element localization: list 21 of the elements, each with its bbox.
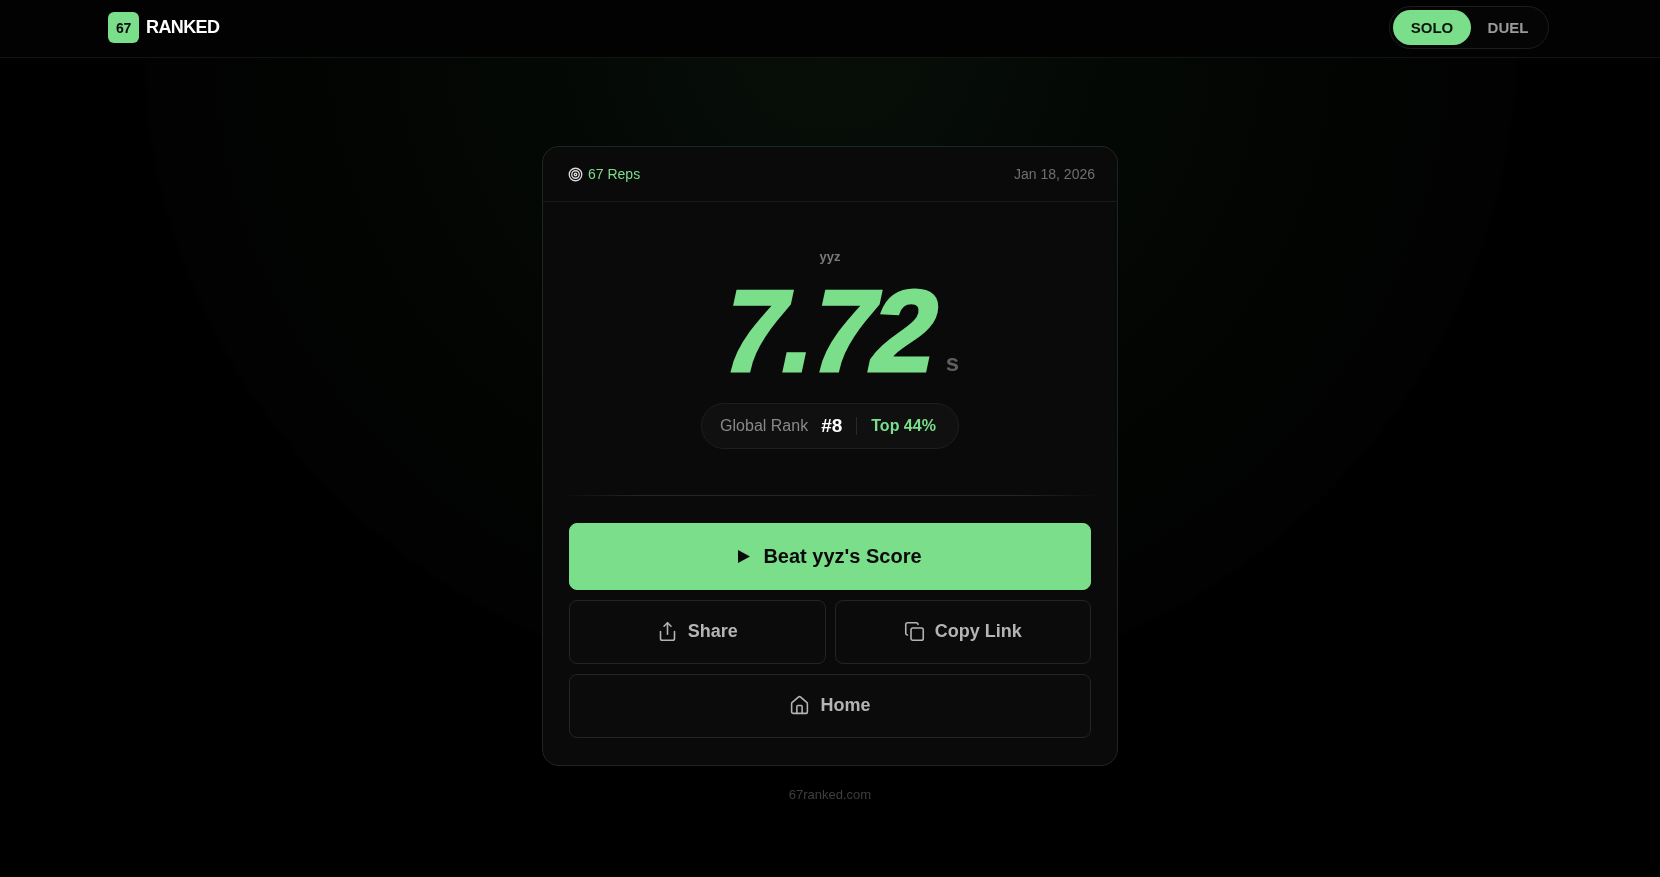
home-button[interactable]: Home (569, 673, 1091, 738)
copy-icon (903, 621, 925, 643)
share-button[interactable]: Share (569, 599, 826, 664)
score-value: 7.72 (714, 285, 944, 378)
logo-mark: 67 (108, 12, 139, 43)
site-address: 67ranked.com (788, 786, 872, 802)
target-icon (568, 166, 583, 182)
mode-tab[interactable]: DUEL (1471, 10, 1545, 45)
home-icon (789, 695, 811, 717)
category-label: 67 Reps (588, 166, 641, 182)
unit-label: s (945, 349, 960, 377)
copy-link-button[interactable]: Copy Link (834, 599, 1091, 664)
beat-score-button[interactable]: Beat yyz's Score (569, 522, 1091, 590)
rank-label: Global Rank (720, 416, 809, 435)
rank-value: #8 (821, 414, 843, 437)
player-name: yyz (819, 249, 841, 265)
mode-tab[interactable]: SOLO (1393, 10, 1471, 45)
date-text: Jan 18, 2026 (1014, 166, 1095, 182)
play-icon (738, 549, 751, 563)
logo-text: RANKED (146, 17, 220, 38)
percentile-text: Top 44% (871, 416, 936, 435)
